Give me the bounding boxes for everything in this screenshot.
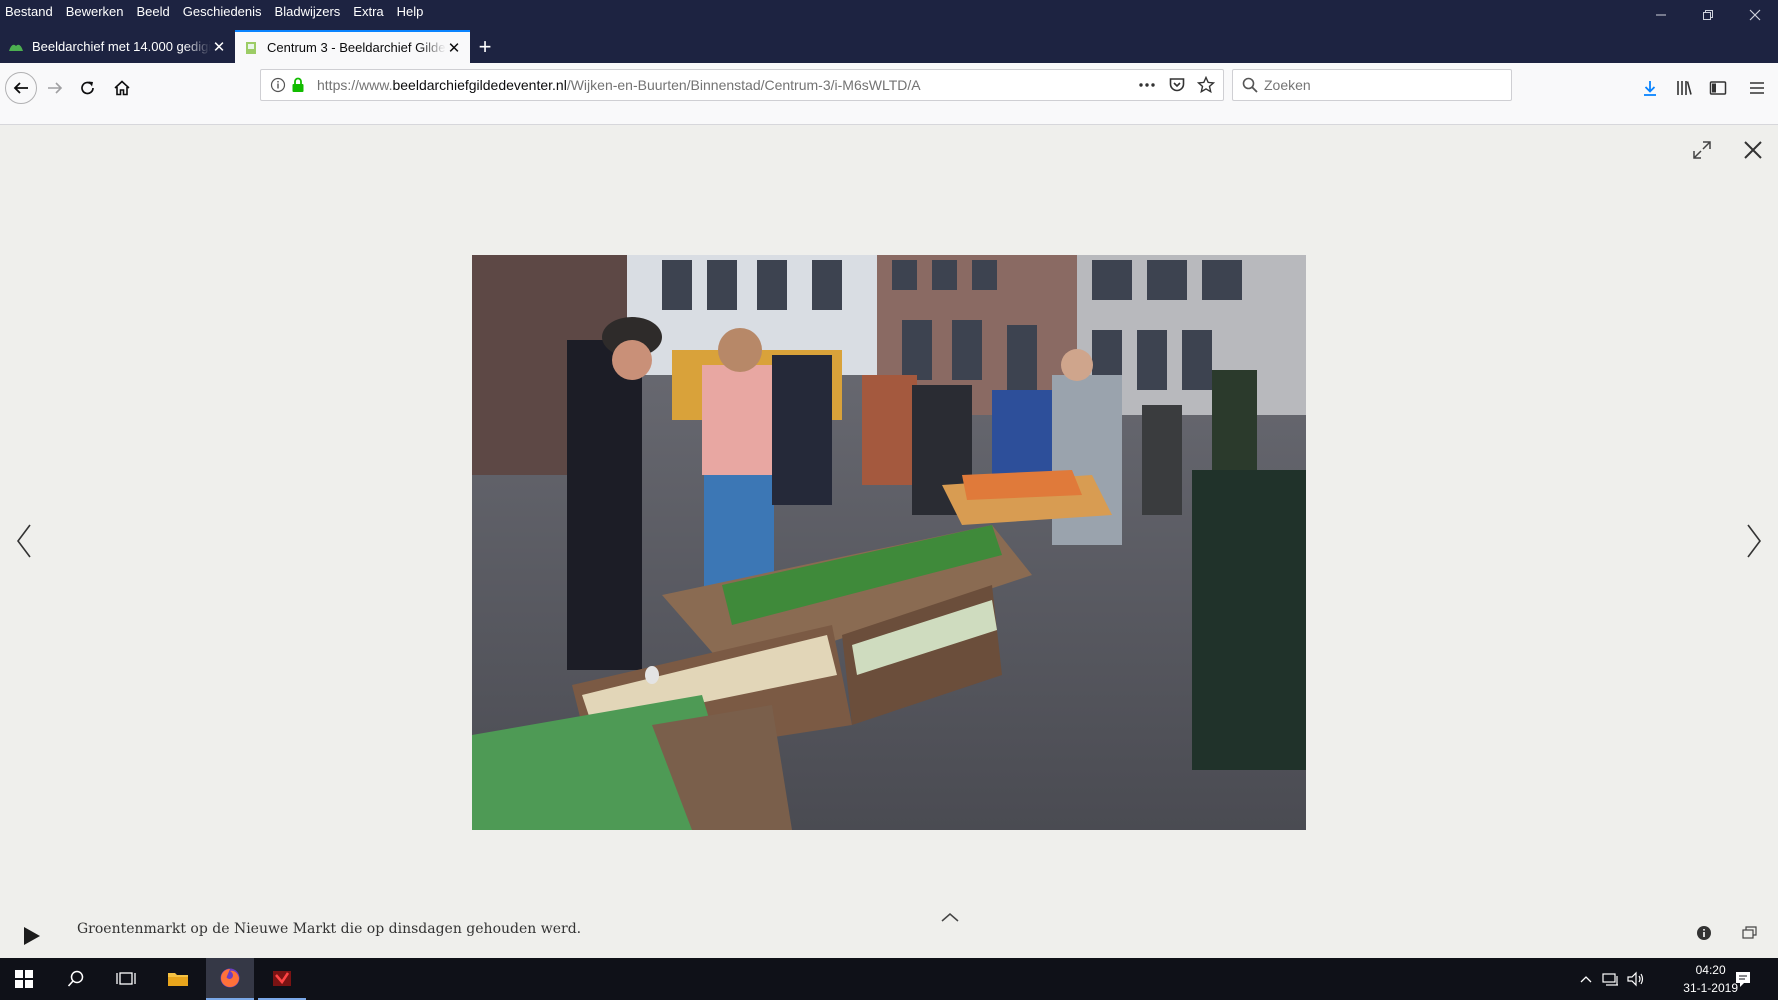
library-button[interactable] <box>1668 72 1700 104</box>
forward-icon <box>48 82 63 94</box>
notification-icon[interactable] <box>1734 970 1752 988</box>
menu-help[interactable]: Help <box>397 4 424 19</box>
lock-icon[interactable] <box>291 77 305 93</box>
photo-caption: Groentenmarkt op de Nieuwe Markt die op … <box>77 921 582 937</box>
app-taskbar-button[interactable] <box>258 958 306 1000</box>
explorer-icon <box>168 973 188 986</box>
minimize-button[interactable] <box>1637 0 1684 30</box>
tab-close-button[interactable]: ✕ <box>211 39 227 56</box>
firefox-icon <box>220 968 240 988</box>
url-bar[interactable]: https://www.beeldarchiefgildedeventer.nl… <box>260 69 1224 101</box>
tab-title: Beeldarchief met 14.000 gedigitaliseerde <box>32 39 211 54</box>
menu-bar: Bestand Bewerken Beeld Geschiedenis Blad… <box>0 0 436 22</box>
search-taskbar-button[interactable] <box>52 958 100 1000</box>
file-explorer-button[interactable] <box>154 958 202 1000</box>
clock-date: 31-1-2019 <box>1683 981 1738 995</box>
market-photo <box>472 255 1306 830</box>
close-icon[interactable] <box>1743 140 1763 160</box>
url-path: /Wijken-en-Buurten/Binnenstad/Centrum-3/… <box>566 77 921 93</box>
menu-bestand[interactable]: Bestand <box>5 4 53 19</box>
star-icon[interactable] <box>1197 76 1215 94</box>
cortana-icon <box>67 970 84 987</box>
title-bar: Bestand Bewerken Beeld Geschiedenis Blad… <box>0 0 1778 63</box>
tab-title: Centrum 3 - Beeldarchief Gilde Deventer <box>267 40 446 55</box>
restore-button[interactable] <box>1684 0 1731 30</box>
pocket-icon[interactable] <box>1168 76 1186 94</box>
menu-bewerken[interactable]: Bewerken <box>66 4 124 19</box>
taskbar: 04:20 31-1-2019 <box>0 958 1778 1000</box>
more-icon[interactable] <box>1138 76 1156 94</box>
url-text[interactable]: https://www.beeldarchiefgildedeventer.nl… <box>317 77 921 93</box>
close-window-icon <box>1749 9 1760 21</box>
volume-icon[interactable] <box>1627 971 1645 987</box>
network-icon[interactable] <box>1602 971 1620 987</box>
task-view-button[interactable] <box>102 958 150 1000</box>
downloads-button[interactable] <box>1634 72 1666 104</box>
download-icon <box>1644 81 1656 96</box>
chevron-up-icon[interactable] <box>940 911 960 923</box>
new-tab-button[interactable]: + <box>470 30 500 63</box>
windows-icon <box>15 970 33 988</box>
app-icon <box>273 971 291 986</box>
close-window-button[interactable] <box>1731 0 1778 30</box>
photo <box>472 255 1306 830</box>
next-icon[interactable] <box>1744 521 1764 561</box>
taskview-icon <box>116 972 136 985</box>
url-domain: beeldarchiefgildedeventer.nl <box>392 77 567 93</box>
tab-strip: Beeldarchief met 14.000 gedigitaliseerde… <box>0 30 500 63</box>
info-circle-icon[interactable] <box>1696 925 1712 941</box>
tab-centrum-3[interactable]: Centrum 3 - Beeldarchief Gilde Deventer … <box>235 30 470 63</box>
firefox-taskbar-button[interactable] <box>206 958 254 1000</box>
lightbox: Groentenmarkt op de Nieuwe Markt die op … <box>0 125 1778 958</box>
menu-geschiedenis[interactable]: Geschiedenis <box>183 4 262 19</box>
url-prefix: https://www. <box>317 77 393 93</box>
menu-button[interactable] <box>1741 72 1773 104</box>
window-controls <box>1637 0 1778 30</box>
reload-button[interactable] <box>72 72 104 104</box>
tray-chevron-icon[interactable] <box>1580 974 1592 984</box>
favicon-icon <box>9 44 23 51</box>
clock-time: 04:20 <box>1695 963 1726 977</box>
search-icon <box>1242 77 1258 93</box>
start-button[interactable] <box>0 958 48 1000</box>
forward-button[interactable] <box>39 72 71 104</box>
navigation-toolbar: https://www.beeldarchiefgildedeventer.nl… <box>0 63 1778 125</box>
sidebar-icon <box>1709 81 1727 95</box>
library-icon <box>1677 81 1692 95</box>
reload-icon <box>81 81 94 95</box>
back-icon <box>13 82 28 94</box>
sidebar-button[interactable] <box>1702 72 1734 104</box>
prev-icon[interactable] <box>14 521 34 561</box>
home-button[interactable] <box>106 72 138 104</box>
search-bar[interactable] <box>1232 69 1512 101</box>
minimize-icon <box>1655 14 1666 16</box>
favicon-icon <box>246 41 256 54</box>
fullscreen-icon[interactable] <box>1691 139 1713 161</box>
menu-icon <box>1750 82 1764 94</box>
menu-beeld[interactable]: Beeld <box>137 4 170 19</box>
menu-bladwijzers[interactable]: Bladwijzers <box>275 4 341 19</box>
tab-beeldarchief[interactable]: Beeldarchief met 14.000 gedigitaliseerde… <box>0 30 235 63</box>
restore-icon <box>1702 10 1713 20</box>
back-button[interactable] <box>5 72 37 104</box>
tab-close-button[interactable]: ✕ <box>446 40 462 57</box>
search-input[interactable] <box>1264 77 1484 93</box>
system-clock[interactable]: 04:20 31-1-2019 <box>1683 961 1738 997</box>
home-icon <box>114 80 130 96</box>
menu-extra[interactable]: Extra <box>353 4 383 19</box>
info-icon[interactable] <box>270 77 286 93</box>
gallery-icon[interactable] <box>1742 925 1758 941</box>
play-icon[interactable] <box>18 923 44 949</box>
